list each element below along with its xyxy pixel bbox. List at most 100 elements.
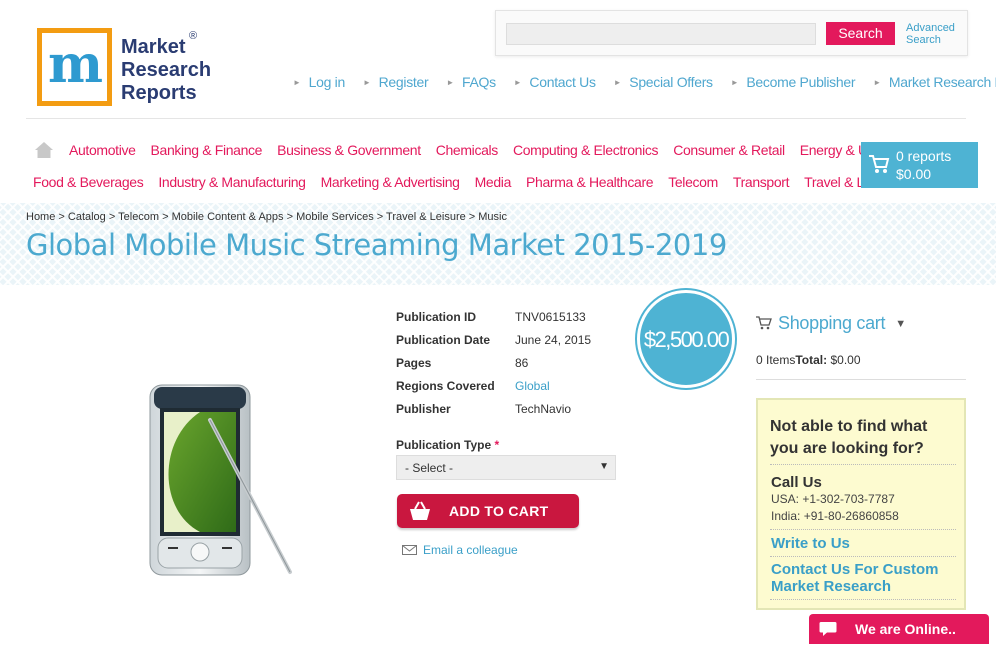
regions-value-link[interactable]: Global: [515, 378, 550, 401]
add-to-cart-button[interactable]: ADD TO CART: [397, 494, 579, 528]
category-nav-row-2: Food & Beverages Industry & Manufacturin…: [33, 174, 900, 190]
cart-icon: [756, 316, 772, 330]
cart-total-label: Total:: [795, 353, 828, 367]
product-image: [149, 384, 292, 576]
product-details: Publication ID TNV0615133 Publication Da…: [396, 309, 636, 424]
logo-wordmark: Market Research Reports: [121, 36, 211, 105]
add-to-cart-label: ADD TO CART: [449, 503, 549, 519]
caret-down-icon: ▼: [895, 318, 906, 330]
arrow-icon: ►: [446, 78, 454, 87]
logo-word-3: Reports: [121, 82, 197, 104]
nav-computing-electronics[interactable]: Computing & Electronics: [513, 142, 659, 158]
pages-value: 86: [515, 356, 529, 370]
cart-summary: 0 ItemsTotal: $0.00: [756, 353, 861, 367]
cart-items: 0 Items: [756, 353, 796, 367]
required-marker: *: [494, 438, 500, 452]
write-to-us-link[interactable]: Write to Us: [771, 535, 961, 552]
usa-phone: USA: +1-302-703-7787: [771, 492, 895, 506]
login-link-label: Log in: [308, 74, 346, 90]
email-colleague-link[interactable]: Email a colleague: [402, 543, 518, 557]
nav-marketing-advertising[interactable]: Marketing & Advertising: [321, 174, 460, 190]
nav-chemicals[interactable]: Chemicals: [436, 142, 499, 158]
email-colleague-label: Email a colleague: [423, 543, 518, 557]
blog-link[interactable]: ► Market Research Blog: [873, 74, 996, 92]
search-button[interactable]: Search: [826, 22, 895, 45]
nav-food-beverages[interactable]: Food & Beverages: [33, 174, 144, 190]
title-banner: Home > Catalog > Telecom > Mobile Conten…: [0, 203, 996, 285]
detail-row: Regions Covered Global: [396, 378, 636, 401]
registered-mark: ®: [189, 30, 198, 42]
live-chat-button[interactable]: We are Online..: [809, 614, 989, 644]
publication-date-value: June 24, 2015: [515, 333, 592, 347]
arrow-icon: ►: [873, 78, 881, 87]
shopping-cart-title: Shopping cart: [778, 313, 886, 333]
search-bar: Search Advanced Search: [495, 10, 968, 56]
publisher-label: Publisher: [396, 402, 451, 416]
envelope-icon: [402, 545, 417, 555]
help-divider: [770, 529, 956, 530]
special-offers-link-label: Special Offers: [629, 74, 713, 90]
help-box: Not able to find what you are looking fo…: [756, 398, 966, 610]
nav-media[interactable]: Media: [475, 174, 512, 190]
contact-us-link[interactable]: ► Contact Us: [514, 74, 596, 92]
nav-consumer-retail[interactable]: Consumer & Retail: [673, 142, 785, 158]
custom-research-link[interactable]: Contact Us For Custom Market Research: [771, 561, 961, 595]
chevron-down-icon: ▼: [599, 461, 609, 472]
help-question: Not able to find what you are looking fo…: [770, 418, 928, 457]
help-divider: [770, 556, 956, 557]
site-logo[interactable]: m Market Research Reports ®: [37, 28, 211, 108]
top-links: ► Log in ► Register ► FAQs ► Contact Us ► Spe…: [293, 74, 996, 92]
arrow-icon: ►: [362, 78, 371, 87]
become-publisher-link[interactable]: ► Become Publisher: [730, 74, 856, 92]
nav-industry-manufacturing[interactable]: Industry & Manufacturing: [158, 174, 306, 190]
cart-total-value: $0.00: [830, 353, 861, 367]
arrow-icon: ►: [613, 78, 622, 87]
home-icon[interactable]: [34, 141, 54, 159]
publisher-value: TechNavio: [515, 402, 572, 416]
contact-us-link-label: Contact Us: [529, 74, 596, 90]
india-phone: India: +91-80-26860858: [771, 509, 899, 523]
header-divider: [26, 118, 966, 119]
nav-telecom[interactable]: Telecom: [668, 174, 718, 190]
arrow-icon: ►: [513, 78, 522, 87]
advanced-search-link[interactable]: Advanced Search: [906, 22, 966, 46]
nav-transport[interactable]: Transport: [733, 174, 790, 190]
price-value: $2,500.00: [643, 327, 730, 352]
pages-label: Pages: [396, 356, 432, 370]
publication-id-value: TNV0615133: [515, 310, 586, 324]
logo-word-1: Market: [121, 36, 186, 58]
shopping-cart-header[interactable]: Shopping cart ▼: [756, 313, 966, 334]
blog-link-label: Market Research Blog: [888, 74, 996, 90]
register-link[interactable]: ► Register: [362, 74, 429, 92]
basket-icon: [410, 501, 430, 520]
detail-row: Publication ID TNV0615133: [396, 309, 636, 332]
arrow-icon: ►: [730, 78, 739, 87]
login-link[interactable]: ► Log in: [293, 74, 345, 92]
special-offers-link[interactable]: ► Special Offers: [614, 74, 713, 92]
cart-icon: [869, 155, 890, 173]
sidebar-divider: [756, 379, 966, 380]
breadcrumb[interactable]: Home > Catalog > Telecom > Mobile Conten…: [26, 211, 507, 223]
price-badge: $2,500.00: [637, 290, 735, 388]
publication-type-select[interactable]: - Select - ▼: [396, 455, 616, 480]
detail-row: Pages 86: [396, 355, 636, 378]
faqs-link[interactable]: ► FAQs: [446, 74, 496, 92]
cart-count: 0 reports: [896, 148, 952, 164]
nav-business-government[interactable]: Business & Government: [277, 142, 421, 158]
regions-label: Regions Covered: [396, 379, 495, 393]
register-link-label: Register: [378, 74, 429, 90]
nav-banking-finance[interactable]: Banking & Finance: [151, 142, 263, 158]
help-divider: [770, 599, 956, 600]
detail-row: Publisher TechNavio: [396, 401, 636, 424]
search-input[interactable]: [506, 23, 816, 45]
publication-id-label: Publication ID: [396, 310, 477, 324]
nav-automotive[interactable]: Automotive: [69, 142, 136, 158]
detail-row: Publication Date June 24, 2015: [396, 332, 636, 355]
become-publisher-link-label: Become Publisher: [746, 74, 856, 90]
header-cart-button[interactable]: 0 reports $0.00: [861, 142, 978, 188]
logo-mark: m: [37, 28, 112, 106]
arrow-icon: ►: [293, 78, 301, 87]
live-chat-label: We are Online..: [855, 621, 956, 637]
nav-pharma-healthcare[interactable]: Pharma & Healthcare: [526, 174, 654, 190]
page-title: Global Mobile Music Streaming Market 201…: [26, 228, 727, 262]
